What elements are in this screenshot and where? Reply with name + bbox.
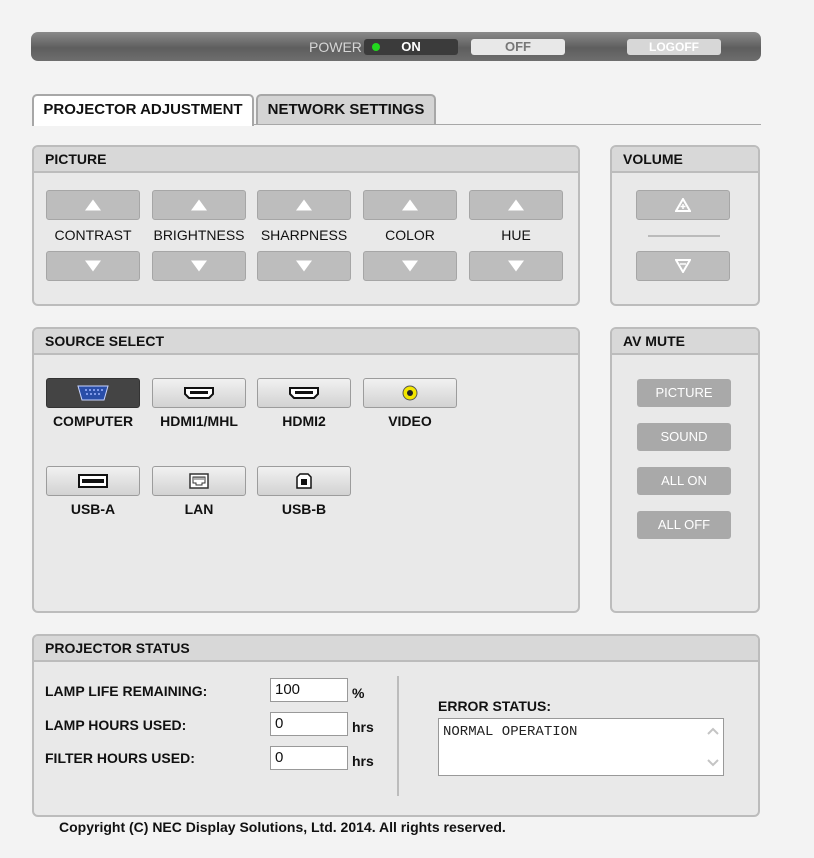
- source-video-label: VIDEO: [388, 413, 432, 429]
- lamp-hours-field: 0: [270, 712, 348, 736]
- usb-b-port-icon: [296, 473, 312, 489]
- power-on-button[interactable]: ON: [364, 39, 458, 55]
- copyright-text: Copyright (C) NEC Display Solutions, Ltd…: [59, 819, 506, 835]
- mute-all-on-button[interactable]: ALL ON: [637, 467, 731, 495]
- projector-status-title: PROJECTOR STATUS: [34, 636, 758, 662]
- error-status-text: NORMAL OPERATION: [443, 724, 578, 740]
- arrow-up-icon: [85, 199, 101, 211]
- color-label: COLOR: [385, 227, 435, 243]
- source-hdmi2-button[interactable]: [257, 378, 351, 408]
- mute-all-off-button[interactable]: ALL OFF: [637, 511, 731, 539]
- lamp-hours-unit: hrs: [352, 719, 374, 735]
- filter-hours-field: 0: [270, 746, 348, 770]
- filter-hours-unit: hrs: [352, 753, 374, 769]
- source-lan-button[interactable]: [152, 466, 246, 496]
- contrast-label: CONTRAST: [54, 227, 132, 243]
- volume-up-icon: [675, 198, 691, 212]
- error-status-box[interactable]: NORMAL OPERATION: [438, 718, 724, 776]
- lamp-life-unit: %: [352, 685, 365, 701]
- power-led-icon: [372, 43, 380, 51]
- arrow-up-icon: [402, 199, 418, 211]
- sharpness-label: SHARPNESS: [260, 227, 348, 243]
- power-label: POWER: [309, 39, 362, 55]
- usb-a-port-icon: [78, 474, 108, 488]
- volume-down-icon: [675, 259, 691, 273]
- tab-network-settings[interactable]: NETWORK SETTINGS: [256, 94, 436, 124]
- color-up-button[interactable]: [363, 190, 457, 220]
- hue-down-button[interactable]: [469, 251, 563, 281]
- volume-divider: [648, 235, 720, 237]
- lamp-life-label: LAMP LIFE REMAINING:: [45, 683, 208, 699]
- source-usb-b-label: USB-B: [281, 501, 327, 517]
- arrow-down-icon: [191, 260, 207, 272]
- av-mute-panel: AV MUTE PICTURE SOUND ALL ON ALL OFF: [610, 327, 760, 613]
- mute-picture-button[interactable]: PICTURE: [637, 379, 731, 407]
- source-select-panel: SOURCE SELECT COMPUTER HDMI1/MHL HDMI2 V…: [32, 327, 580, 613]
- brightness-up-button[interactable]: [152, 190, 246, 220]
- logoff-button[interactable]: LOGOFF: [627, 39, 721, 55]
- arrow-down-icon: [296, 260, 312, 272]
- power-bar: POWER ON OFF LOGOFF: [31, 32, 761, 61]
- lamp-hours-label: LAMP HOURS USED:: [45, 717, 187, 733]
- source-select-title: SOURCE SELECT: [34, 329, 578, 355]
- source-hdmi1-label: HDMI1/MHL: [160, 413, 238, 429]
- source-hdmi2-label: HDMI2: [282, 413, 326, 429]
- filter-hours-label: FILTER HOURS USED:: [45, 750, 195, 766]
- arrow-down-icon: [85, 260, 101, 272]
- arrow-up-icon: [296, 199, 312, 211]
- source-usb-b-button[interactable]: [257, 466, 351, 496]
- picture-title: PICTURE: [34, 147, 578, 173]
- picture-panel: PICTURE CONTRAST BRIGHTNESS SHARPNESS CO…: [32, 145, 580, 306]
- contrast-down-button[interactable]: [46, 251, 140, 281]
- arrow-up-icon: [191, 199, 207, 211]
- source-computer-button[interactable]: [46, 378, 140, 408]
- tab-projector-adjustment[interactable]: PROJECTOR ADJUSTMENT: [32, 94, 254, 126]
- rca-video-icon: [402, 385, 418, 401]
- power-on-label: ON: [401, 39, 421, 54]
- volume-down-button[interactable]: [636, 251, 730, 281]
- source-video-button[interactable]: [363, 378, 457, 408]
- volume-up-button[interactable]: [636, 190, 730, 220]
- power-off-button[interactable]: OFF: [471, 39, 565, 55]
- vga-port-icon: [77, 385, 109, 401]
- hue-up-button[interactable]: [469, 190, 563, 220]
- contrast-up-button[interactable]: [46, 190, 140, 220]
- lamp-life-field: 100: [270, 678, 348, 702]
- volume-panel: VOLUME: [610, 145, 760, 306]
- mute-sound-button[interactable]: SOUND: [637, 423, 731, 451]
- source-hdmi1-button[interactable]: [152, 378, 246, 408]
- sharpness-up-button[interactable]: [257, 190, 351, 220]
- color-down-button[interactable]: [363, 251, 457, 281]
- arrow-down-icon: [508, 260, 524, 272]
- brightness-down-button[interactable]: [152, 251, 246, 281]
- error-status-label: ERROR STATUS:: [438, 698, 552, 714]
- av-mute-title: AV MUTE: [612, 329, 758, 355]
- arrow-up-icon: [508, 199, 524, 211]
- volume-title: VOLUME: [612, 147, 758, 173]
- arrow-down-icon: [402, 260, 418, 272]
- hdmi-port-icon: [184, 387, 214, 399]
- source-usb-a-button[interactable]: [46, 466, 140, 496]
- source-usb-a-label: USB-A: [70, 501, 116, 517]
- projector-status-panel: PROJECTOR STATUS LAMP LIFE REMAINING: 10…: [32, 634, 760, 817]
- hdmi-port-icon: [289, 387, 319, 399]
- status-divider: [397, 676, 399, 796]
- hue-label: HUE: [501, 227, 531, 243]
- brightness-label: BRIGHTNESS: [153, 227, 245, 243]
- scrollbar-arrows-icon[interactable]: [706, 725, 720, 769]
- source-lan-label: LAN: [184, 501, 214, 517]
- sharpness-down-button[interactable]: [257, 251, 351, 281]
- source-computer-label: COMPUTER: [52, 413, 134, 429]
- lan-port-icon: [189, 473, 209, 489]
